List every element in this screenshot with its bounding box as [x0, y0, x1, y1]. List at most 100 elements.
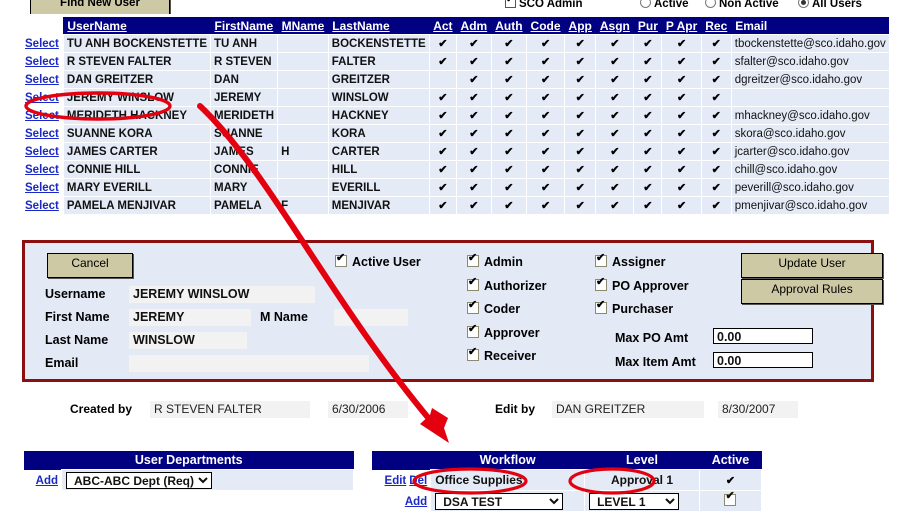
- col-adm[interactable]: Adm: [456, 17, 492, 35]
- flag-cell-act: [428, 52, 458, 71]
- role-purchaser-checkbox[interactable]: Purchaser: [595, 298, 673, 316]
- check-icon: [504, 164, 513, 176]
- sco-admin-checkbox[interactable]: SCO Admin: [505, 0, 582, 10]
- role-po-approver-checkbox[interactable]: PO Approver: [595, 275, 689, 293]
- department-select[interactable]: ABC-ABC Dept (Req): [66, 471, 212, 489]
- check-icon: [438, 164, 447, 176]
- check-icon: [712, 182, 721, 194]
- col-app[interactable]: App: [564, 17, 596, 35]
- check-icon: [541, 182, 550, 194]
- cancel-button[interactable]: Cancel: [47, 253, 133, 278]
- col-asgn[interactable]: Asgn: [595, 17, 634, 35]
- select-user-link[interactable]: Select: [25, 38, 59, 50]
- table-row: SelectJAMES CARTERJAMESHCARTER jcarter@sc…: [22, 142, 890, 161]
- flag-cell-app: [564, 88, 597, 107]
- delete-workflow-link[interactable]: Del: [409, 475, 427, 487]
- role-authorizer-checkbox[interactable]: Authorizer: [467, 275, 547, 293]
- check-icon: [504, 92, 513, 104]
- check-icon: [541, 38, 550, 50]
- workflow-header-row: Workflow Level Active: [372, 451, 762, 470]
- user-list-table: UserName FirstName MName LastName Act Ad…: [22, 17, 890, 215]
- workflow-new-active-checkbox[interactable]: ✔: [724, 490, 737, 506]
- update-user-button[interactable]: Update User: [741, 253, 883, 278]
- select-user-link[interactable]: Select: [25, 182, 59, 194]
- filter-radio-active[interactable]: Active: [640, 0, 689, 10]
- col-username[interactable]: UserName: [63, 17, 211, 35]
- role-assigner-checkbox[interactable]: Assigner: [595, 251, 666, 269]
- col-mname[interactable]: MName: [277, 17, 329, 35]
- select-cell: Select: [22, 160, 64, 179]
- user-name-cell: JAMES CARTER: [62, 142, 212, 161]
- role-admin-checkbox[interactable]: Admin: [467, 251, 523, 269]
- email-cell: chill@sco.idaho.gov: [730, 160, 890, 179]
- select-user-link[interactable]: Select: [25, 200, 59, 212]
- flag-cell-rec: [700, 196, 732, 215]
- flag-cell-act: [428, 178, 458, 197]
- role-receiver-checkbox[interactable]: Receiver: [467, 345, 536, 363]
- col-firstname[interactable]: FirstName: [210, 17, 278, 35]
- col-rec[interactable]: Rec: [701, 17, 732, 35]
- role-approver-checkbox[interactable]: Approver: [467, 322, 540, 340]
- role-label: Coder: [484, 302, 521, 316]
- m-name-field[interactable]: [334, 309, 408, 326]
- check-icon: [467, 322, 479, 338]
- first-name-cell: SUANNE: [210, 124, 279, 143]
- select-user-link[interactable]: Select: [25, 110, 59, 122]
- select-user-link[interactable]: Select: [25, 92, 59, 104]
- find-new-user-button[interactable]: Find New User: [30, 0, 170, 14]
- created-by-value: R STEVEN FALTER: [150, 401, 310, 418]
- role-coder-checkbox[interactable]: Coder: [467, 298, 521, 316]
- last-name-cell: BOCKENSTETTE: [327, 34, 430, 53]
- flag-cell-pur: [633, 160, 663, 179]
- flag-cell-asgn: [595, 178, 635, 197]
- select-user-link[interactable]: Select: [25, 128, 59, 140]
- check-icon: [504, 74, 513, 86]
- workflow-select[interactable]: DSA TEST: [435, 492, 564, 510]
- table-row: SelectMARY EVERILLMARY EVERILL peverill@sc…: [22, 178, 890, 197]
- col-p-apr[interactable]: P Apr: [661, 17, 702, 35]
- user-name-cell: CONNIE HILL: [62, 160, 212, 179]
- add-department-link[interactable]: Add: [36, 475, 58, 487]
- select-user-link[interactable]: Select: [25, 56, 59, 68]
- user-name-cell: JEREMY WINSLOW: [62, 88, 212, 107]
- check-icon: [576, 146, 585, 158]
- max-po-amt-field[interactable]: 0.00: [713, 328, 813, 344]
- first-name-field[interactable]: JEREMY: [129, 309, 251, 326]
- flag-cell-app: [564, 160, 597, 179]
- m-name-label: M Name: [260, 310, 308, 324]
- email-field[interactable]: [129, 355, 369, 372]
- select-user-link[interactable]: Select: [25, 146, 59, 158]
- filter-active-label: Active: [654, 0, 689, 10]
- col-code[interactable]: Code: [526, 17, 565, 35]
- user-name-cell: R STEVEN FALTER: [62, 52, 212, 71]
- edit-workflow-link[interactable]: Edit: [385, 475, 407, 487]
- col-lastname[interactable]: LastName: [328, 17, 430, 35]
- last-name-field[interactable]: WINSLOW: [129, 332, 247, 349]
- filter-radio-non-active[interactable]: Non Active: [705, 0, 779, 10]
- select-user-link[interactable]: Select: [25, 74, 59, 86]
- approval-rules-button[interactable]: Approval Rules: [741, 279, 883, 304]
- last-name-cell: HILL: [327, 160, 430, 179]
- select-cell: Select: [22, 70, 64, 89]
- flag-cell-adm: [456, 70, 492, 89]
- middle-name-cell: [277, 88, 329, 107]
- active-user-checkbox[interactable]: Active User: [335, 251, 421, 269]
- col-pur[interactable]: Pur: [633, 17, 662, 35]
- check-icon: [469, 200, 478, 212]
- table-row: SelectPAMELA MENJIVARPAMELAFMENJIVAR pmen…: [22, 196, 890, 215]
- username-field[interactable]: JEREMY WINSLOW: [129, 286, 315, 303]
- check-icon: [643, 110, 652, 122]
- col-act[interactable]: Act: [429, 17, 457, 35]
- flag-cell-pur: [633, 142, 663, 161]
- col-auth[interactable]: Auth: [491, 17, 527, 35]
- email-cell: mhackney@sco.idaho.gov: [730, 106, 890, 125]
- select-user-link[interactable]: Select: [25, 164, 59, 176]
- col-email: Email: [731, 17, 890, 35]
- created-by-label: Created by: [70, 402, 133, 416]
- edit-date: 8/30/2007: [718, 401, 798, 418]
- max-item-amt-field[interactable]: 0.00: [713, 352, 813, 368]
- add-workflow-link[interactable]: Add: [405, 496, 427, 508]
- filter-radio-all-users[interactable]: All Users: [798, 0, 862, 10]
- level-select[interactable]: LEVEL 1: [589, 492, 680, 510]
- email-cell: [730, 88, 890, 107]
